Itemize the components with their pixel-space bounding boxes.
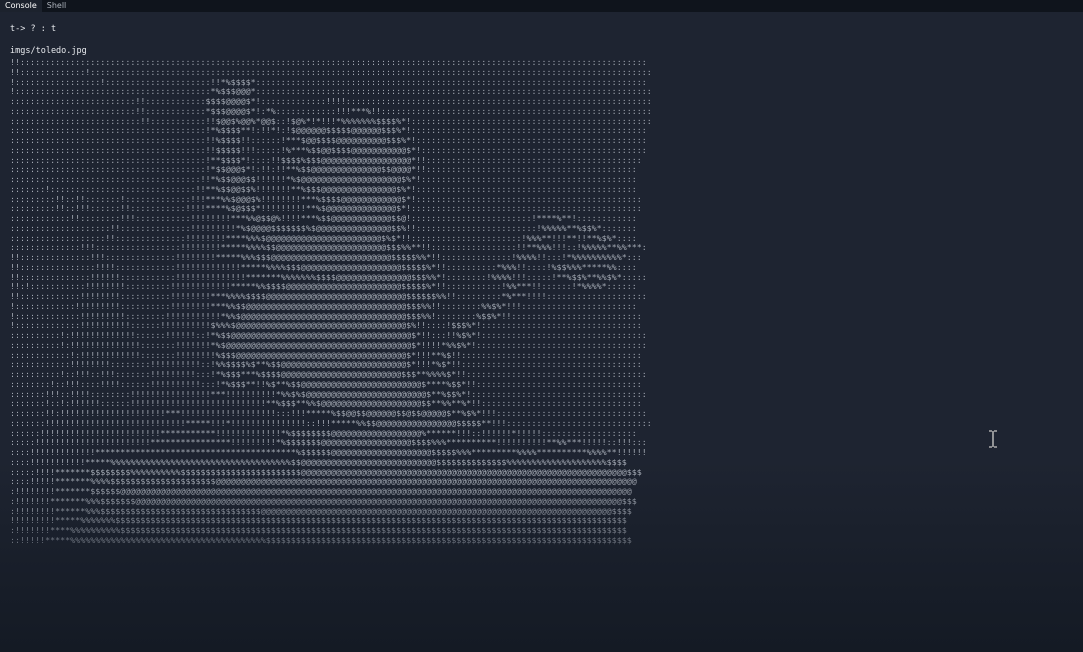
ascii-art-output: !!::::::::::::::::::::::::::::::::::::::…	[10, 57, 652, 545]
text-cursor-icon	[989, 430, 997, 448]
prompt-line: t-> ? : t	[10, 24, 57, 34]
tab-shell[interactable]: Shell	[42, 0, 72, 12]
console-output[interactable]: t-> ? : t imgs/toledo.jpg !!::::::::::::…	[10, 24, 1083, 652]
tab-console[interactable]: Console	[0, 0, 42, 12]
tab-bar: Console Shell	[0, 0, 1083, 12]
output-filename: imgs/toledo.jpg	[10, 46, 87, 56]
